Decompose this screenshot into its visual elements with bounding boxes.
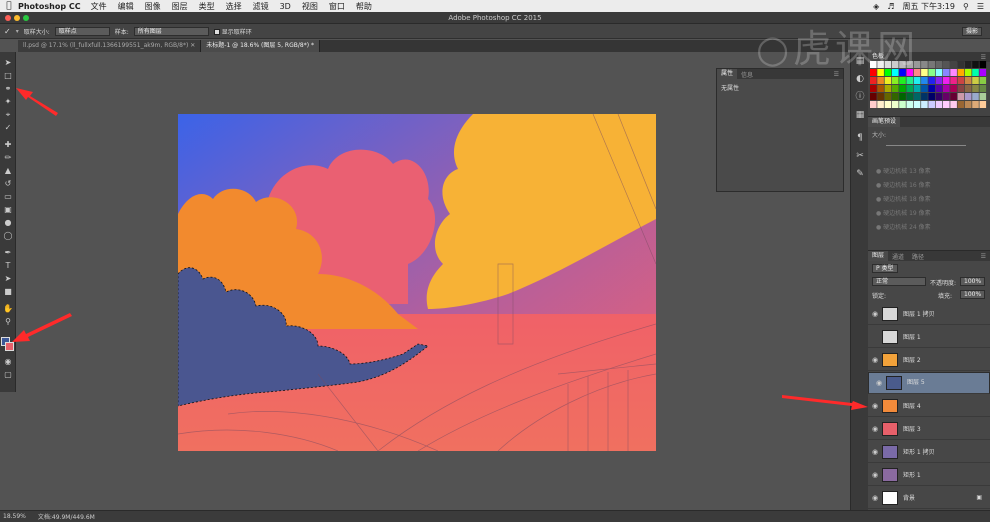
arrow-to-lasso: [16, 88, 58, 116]
arrow-to-color: [12, 313, 72, 342]
arrow-to-layer3: [782, 395, 868, 410]
annotation-arrows: [12, 88, 868, 410]
